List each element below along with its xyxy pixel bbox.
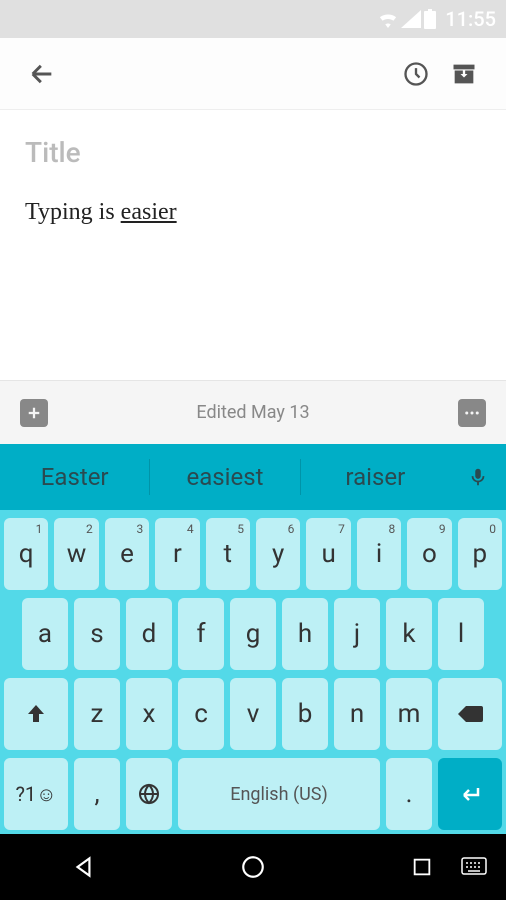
wifi-icon [377,10,399,28]
nav-home[interactable] [233,847,273,887]
comma-key[interactable]: , [74,758,120,830]
key-t[interactable]: t5 [206,518,250,590]
status-time: 11:55 [445,7,496,31]
key-w[interactable]: w2 [54,518,98,590]
suggestion-2[interactable]: easiest [150,444,299,510]
key-z[interactable]: z [74,678,120,750]
symbols-key[interactable]: ?1☺ [4,758,68,830]
key-row-2: asdfghjkl [4,598,502,670]
arrow-left-icon [28,60,56,88]
key-l[interactable]: l [438,598,484,670]
key-j[interactable]: j [334,598,380,670]
key-v[interactable]: v [230,678,276,750]
nav-bar [0,834,506,900]
enter-icon [456,782,484,806]
nav-home-icon [240,854,266,880]
note-content[interactable]: Title Typing is easier [0,110,506,380]
signal-icon [401,10,421,28]
key-q[interactable]: q1 [4,518,48,590]
key-row-1: q1w2e3r4t5y6u7i8o9p0 [4,518,502,590]
space-key[interactable]: English (US) [178,758,380,830]
period-key[interactable]: . [386,758,432,830]
backspace-icon [456,702,484,726]
body-text-prefix: Typing is [25,199,121,225]
key-a[interactable]: a [22,598,68,670]
footer-bar: Edited May 13 [0,380,506,444]
key-s[interactable]: s [74,598,120,670]
mic-icon [467,466,489,488]
key-row-3: zxcvbnm [4,678,502,750]
key-n[interactable]: n [334,678,380,750]
app-bar [0,38,506,110]
reminder-button[interactable] [392,50,440,98]
key-o[interactable]: o9 [407,518,451,590]
globe-key[interactable] [126,758,172,830]
mic-button[interactable] [450,466,506,488]
key-row-4: ?1☺ , English (US) . [4,758,502,830]
note-body[interactable]: Typing is easier [25,199,481,226]
backspace-key[interactable] [438,678,502,750]
plus-icon [25,404,43,422]
clock-icon [402,60,430,88]
key-u[interactable]: u7 [306,518,350,590]
shift-key[interactable] [4,678,68,750]
more-button[interactable] [458,399,486,427]
keyboard: Easter easiest raiser q1w2e3r4t5y6u7i8o9… [0,444,506,834]
archive-button[interactable] [440,50,488,98]
key-f[interactable]: f [178,598,224,670]
key-h[interactable]: h [282,598,328,670]
key-i[interactable]: i8 [357,518,401,590]
key-k[interactable]: k [386,598,432,670]
key-c[interactable]: c [178,678,224,750]
nav-keyboard[interactable] [454,847,494,887]
nav-recent-icon [411,856,433,878]
suggestion-1[interactable]: Easter [0,444,149,510]
key-r[interactable]: r4 [155,518,199,590]
key-y[interactable]: y6 [256,518,300,590]
status-bar: 11:55 [0,0,506,38]
nav-recent[interactable] [402,847,442,887]
title-input[interactable]: Title [25,136,481,169]
add-button[interactable] [20,399,48,427]
back-button[interactable] [18,50,66,98]
battery-icon [423,9,437,29]
suggestion-bar: Easter easiest raiser [0,444,506,510]
shift-icon [24,702,48,726]
body-text-underlined: easier [121,199,177,225]
edited-label: Edited May 13 [48,402,458,423]
suggestion-3[interactable]: raiser [301,444,450,510]
key-d[interactable]: d [126,598,172,670]
key-e[interactable]: e3 [105,518,149,590]
key-m[interactable]: m [386,678,432,750]
key-g[interactable]: g [230,598,276,670]
key-p[interactable]: p0 [458,518,502,590]
enter-key[interactable] [438,758,502,830]
more-icon [463,404,481,422]
key-x[interactable]: x [126,678,172,750]
key-b[interactable]: b [282,678,328,750]
nav-back-icon [71,854,97,880]
keyboard-icon [461,857,487,877]
nav-back[interactable] [64,847,104,887]
globe-icon [137,782,161,806]
archive-icon [450,60,478,88]
